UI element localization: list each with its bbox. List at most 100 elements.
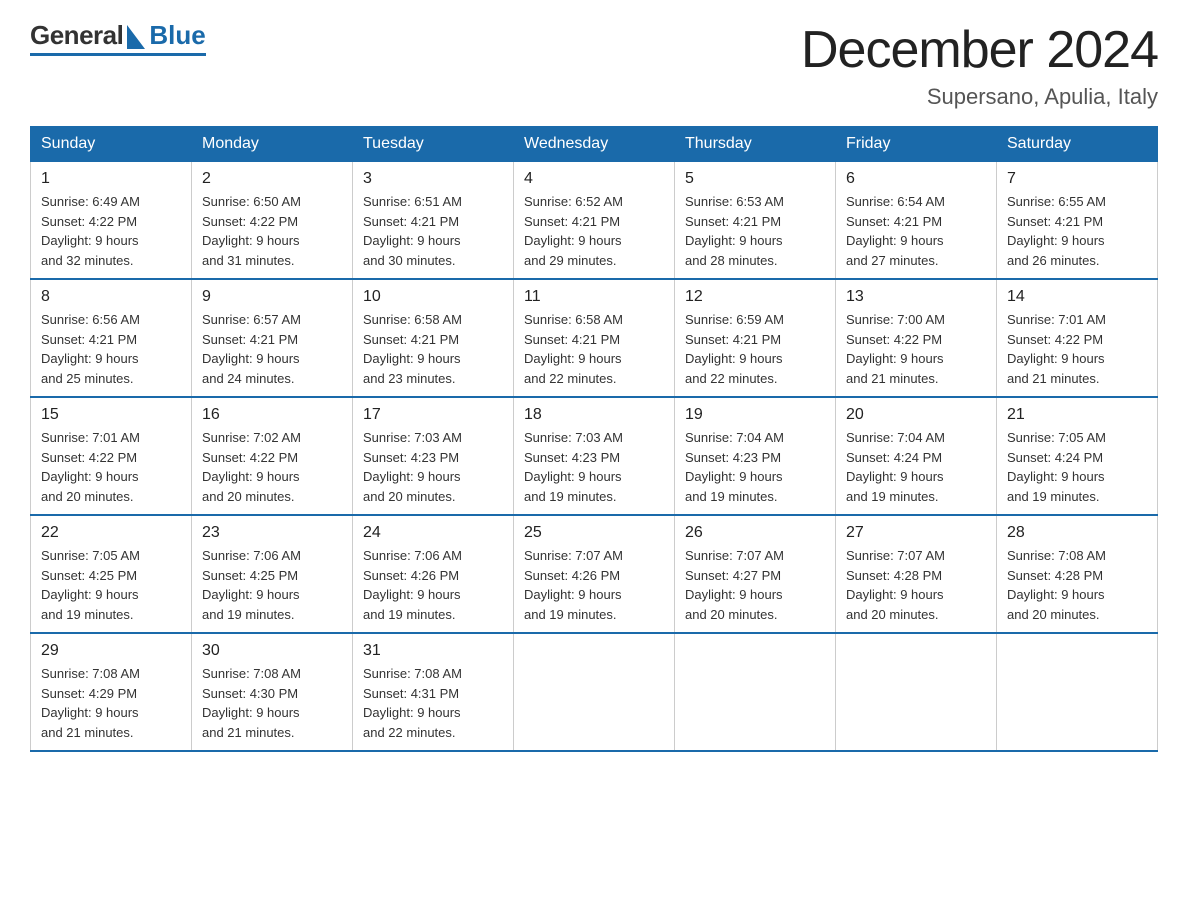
day-info: Sunrise: 6:53 AM Sunset: 4:21 PM Dayligh… bbox=[685, 192, 825, 270]
logo-general-text: General bbox=[30, 20, 123, 51]
day-info: Sunrise: 7:05 AM Sunset: 4:24 PM Dayligh… bbox=[1007, 428, 1147, 506]
day-number: 1 bbox=[41, 170, 181, 188]
day-number: 28 bbox=[1007, 524, 1147, 542]
day-number: 31 bbox=[363, 642, 503, 660]
day-info: Sunrise: 7:06 AM Sunset: 4:25 PM Dayligh… bbox=[202, 546, 342, 624]
day-number: 11 bbox=[524, 288, 664, 306]
day-info: Sunrise: 6:56 AM Sunset: 4:21 PM Dayligh… bbox=[41, 310, 181, 388]
day-number: 20 bbox=[846, 406, 986, 424]
day-number: 27 bbox=[846, 524, 986, 542]
day-number: 6 bbox=[846, 170, 986, 188]
day-info: Sunrise: 6:50 AM Sunset: 4:22 PM Dayligh… bbox=[202, 192, 342, 270]
col-friday: Friday bbox=[836, 127, 997, 162]
table-row: 7 Sunrise: 6:55 AM Sunset: 4:21 PM Dayli… bbox=[997, 162, 1158, 280]
day-number: 22 bbox=[41, 524, 181, 542]
day-number: 3 bbox=[363, 170, 503, 188]
table-row: 31 Sunrise: 7:08 AM Sunset: 4:31 PM Dayl… bbox=[353, 633, 514, 751]
table-row: 30 Sunrise: 7:08 AM Sunset: 4:30 PM Dayl… bbox=[192, 633, 353, 751]
table-row bbox=[836, 633, 997, 751]
day-number: 8 bbox=[41, 288, 181, 306]
table-row: 29 Sunrise: 7:08 AM Sunset: 4:29 PM Dayl… bbox=[31, 633, 192, 751]
col-tuesday: Tuesday bbox=[353, 127, 514, 162]
day-info: Sunrise: 7:07 AM Sunset: 4:28 PM Dayligh… bbox=[846, 546, 986, 624]
table-row bbox=[675, 633, 836, 751]
table-row: 25 Sunrise: 7:07 AM Sunset: 4:26 PM Dayl… bbox=[514, 515, 675, 633]
calendar-week-row: 15 Sunrise: 7:01 AM Sunset: 4:22 PM Dayl… bbox=[31, 397, 1158, 515]
day-info: Sunrise: 7:05 AM Sunset: 4:25 PM Dayligh… bbox=[41, 546, 181, 624]
table-row: 10 Sunrise: 6:58 AM Sunset: 4:21 PM Dayl… bbox=[353, 279, 514, 397]
table-row: 4 Sunrise: 6:52 AM Sunset: 4:21 PM Dayli… bbox=[514, 162, 675, 280]
day-info: Sunrise: 6:58 AM Sunset: 4:21 PM Dayligh… bbox=[363, 310, 503, 388]
table-row: 17 Sunrise: 7:03 AM Sunset: 4:23 PM Dayl… bbox=[353, 397, 514, 515]
day-number: 21 bbox=[1007, 406, 1147, 424]
day-number: 25 bbox=[524, 524, 664, 542]
day-info: Sunrise: 7:02 AM Sunset: 4:22 PM Dayligh… bbox=[202, 428, 342, 506]
day-number: 18 bbox=[524, 406, 664, 424]
day-info: Sunrise: 6:52 AM Sunset: 4:21 PM Dayligh… bbox=[524, 192, 664, 270]
table-row: 23 Sunrise: 7:06 AM Sunset: 4:25 PM Dayl… bbox=[192, 515, 353, 633]
col-sunday: Sunday bbox=[31, 127, 192, 162]
day-info: Sunrise: 6:59 AM Sunset: 4:21 PM Dayligh… bbox=[685, 310, 825, 388]
day-info: Sunrise: 7:07 AM Sunset: 4:27 PM Dayligh… bbox=[685, 546, 825, 624]
day-number: 5 bbox=[685, 170, 825, 188]
logo-blue-text: Blue bbox=[149, 20, 205, 51]
table-row bbox=[997, 633, 1158, 751]
day-number: 15 bbox=[41, 406, 181, 424]
day-info: Sunrise: 7:03 AM Sunset: 4:23 PM Dayligh… bbox=[363, 428, 503, 506]
table-row: 8 Sunrise: 6:56 AM Sunset: 4:21 PM Dayli… bbox=[31, 279, 192, 397]
header: General Blue December 2024 Supersano, Ap… bbox=[30, 20, 1158, 110]
day-info: Sunrise: 7:04 AM Sunset: 4:23 PM Dayligh… bbox=[685, 428, 825, 506]
table-row: 20 Sunrise: 7:04 AM Sunset: 4:24 PM Dayl… bbox=[836, 397, 997, 515]
table-row: 24 Sunrise: 7:06 AM Sunset: 4:26 PM Dayl… bbox=[353, 515, 514, 633]
logo-triangle-icon bbox=[127, 25, 145, 49]
col-monday: Monday bbox=[192, 127, 353, 162]
table-row: 15 Sunrise: 7:01 AM Sunset: 4:22 PM Dayl… bbox=[31, 397, 192, 515]
day-info: Sunrise: 6:54 AM Sunset: 4:21 PM Dayligh… bbox=[846, 192, 986, 270]
table-row bbox=[514, 633, 675, 751]
day-number: 14 bbox=[1007, 288, 1147, 306]
logo: General Blue bbox=[30, 20, 206, 56]
table-row: 22 Sunrise: 7:05 AM Sunset: 4:25 PM Dayl… bbox=[31, 515, 192, 633]
month-title: December 2024 bbox=[801, 20, 1158, 80]
col-wednesday: Wednesday bbox=[514, 127, 675, 162]
table-row: 11 Sunrise: 6:58 AM Sunset: 4:21 PM Dayl… bbox=[514, 279, 675, 397]
day-number: 9 bbox=[202, 288, 342, 306]
calendar-week-row: 1 Sunrise: 6:49 AM Sunset: 4:22 PM Dayli… bbox=[31, 162, 1158, 280]
table-row: 13 Sunrise: 7:00 AM Sunset: 4:22 PM Dayl… bbox=[836, 279, 997, 397]
calendar-week-row: 29 Sunrise: 7:08 AM Sunset: 4:29 PM Dayl… bbox=[31, 633, 1158, 751]
day-number: 7 bbox=[1007, 170, 1147, 188]
day-info: Sunrise: 7:04 AM Sunset: 4:24 PM Dayligh… bbox=[846, 428, 986, 506]
table-row: 2 Sunrise: 6:50 AM Sunset: 4:22 PM Dayli… bbox=[192, 162, 353, 280]
day-info: Sunrise: 7:03 AM Sunset: 4:23 PM Dayligh… bbox=[524, 428, 664, 506]
day-number: 29 bbox=[41, 642, 181, 660]
day-info: Sunrise: 7:06 AM Sunset: 4:26 PM Dayligh… bbox=[363, 546, 503, 624]
day-number: 19 bbox=[685, 406, 825, 424]
day-info: Sunrise: 6:51 AM Sunset: 4:21 PM Dayligh… bbox=[363, 192, 503, 270]
day-info: Sunrise: 7:00 AM Sunset: 4:22 PM Dayligh… bbox=[846, 310, 986, 388]
day-info: Sunrise: 6:57 AM Sunset: 4:21 PM Dayligh… bbox=[202, 310, 342, 388]
table-row: 3 Sunrise: 6:51 AM Sunset: 4:21 PM Dayli… bbox=[353, 162, 514, 280]
day-number: 24 bbox=[363, 524, 503, 542]
table-row: 12 Sunrise: 6:59 AM Sunset: 4:21 PM Dayl… bbox=[675, 279, 836, 397]
table-row: 26 Sunrise: 7:07 AM Sunset: 4:27 PM Dayl… bbox=[675, 515, 836, 633]
day-info: Sunrise: 7:01 AM Sunset: 4:22 PM Dayligh… bbox=[41, 428, 181, 506]
calendar-header-row: Sunday Monday Tuesday Wednesday Thursday… bbox=[31, 127, 1158, 162]
table-row: 9 Sunrise: 6:57 AM Sunset: 4:21 PM Dayli… bbox=[192, 279, 353, 397]
day-info: Sunrise: 6:49 AM Sunset: 4:22 PM Dayligh… bbox=[41, 192, 181, 270]
day-number: 30 bbox=[202, 642, 342, 660]
day-number: 12 bbox=[685, 288, 825, 306]
table-row: 19 Sunrise: 7:04 AM Sunset: 4:23 PM Dayl… bbox=[675, 397, 836, 515]
day-number: 4 bbox=[524, 170, 664, 188]
day-info: Sunrise: 7:01 AM Sunset: 4:22 PM Dayligh… bbox=[1007, 310, 1147, 388]
day-number: 17 bbox=[363, 406, 503, 424]
col-thursday: Thursday bbox=[675, 127, 836, 162]
day-info: Sunrise: 6:55 AM Sunset: 4:21 PM Dayligh… bbox=[1007, 192, 1147, 270]
table-row: 27 Sunrise: 7:07 AM Sunset: 4:28 PM Dayl… bbox=[836, 515, 997, 633]
calendar-week-row: 22 Sunrise: 7:05 AM Sunset: 4:25 PM Dayl… bbox=[31, 515, 1158, 633]
table-row: 6 Sunrise: 6:54 AM Sunset: 4:21 PM Dayli… bbox=[836, 162, 997, 280]
table-row: 18 Sunrise: 7:03 AM Sunset: 4:23 PM Dayl… bbox=[514, 397, 675, 515]
day-info: Sunrise: 7:08 AM Sunset: 4:29 PM Dayligh… bbox=[41, 664, 181, 742]
day-number: 16 bbox=[202, 406, 342, 424]
table-row: 5 Sunrise: 6:53 AM Sunset: 4:21 PM Dayli… bbox=[675, 162, 836, 280]
table-row: 16 Sunrise: 7:02 AM Sunset: 4:22 PM Dayl… bbox=[192, 397, 353, 515]
